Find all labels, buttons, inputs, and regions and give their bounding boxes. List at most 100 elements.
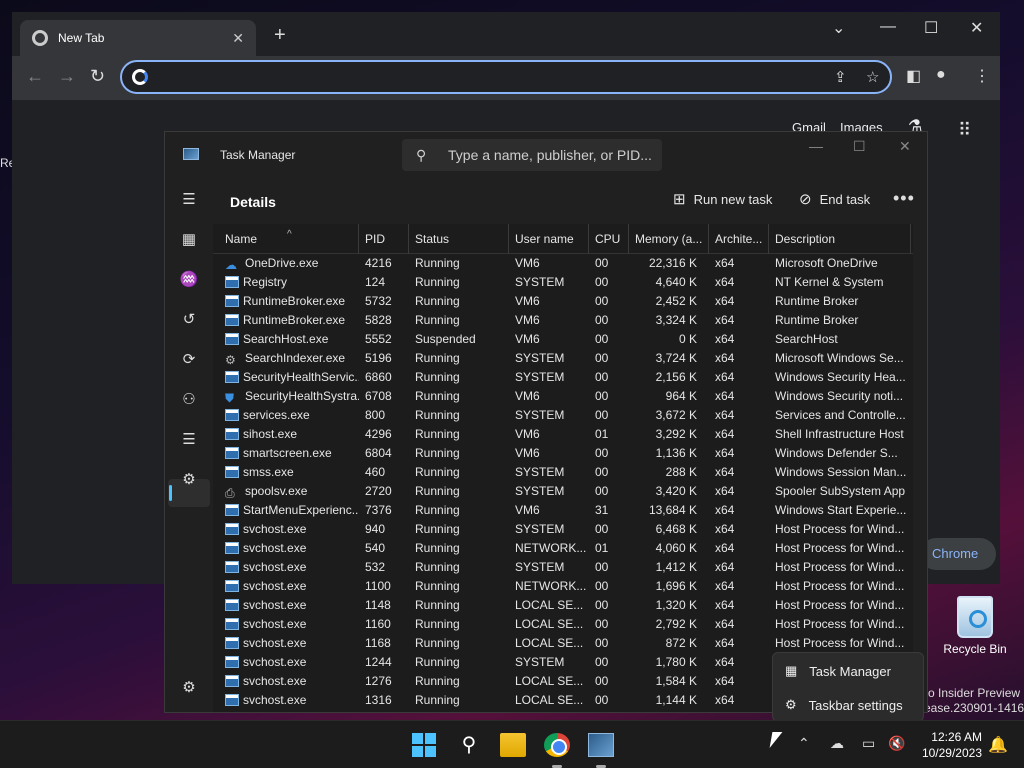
tm-close-icon[interactable]: ✕ [899,138,911,155]
show-hidden-icons-chevron-icon[interactable]: ⌃ [798,735,810,752]
column-cpu[interactable]: CPU [589,224,629,254]
table-row[interactable]: svchost.exe 940 Running SYSTEM 00 6,468 K x64 H… [213,520,913,539]
app-window-icon [225,580,239,592]
table-row[interactable]: services.exe 800 Running SYSTEM 00 3,672 K x64… [213,406,913,425]
column-status[interactable]: Status [409,224,509,254]
settings-icon[interactable]: ⚙ [179,678,199,698]
tab-strip: New Tab ✕ + ⌄ — ☐ ✕ [12,12,1000,56]
cell-pid-text: 1160 [365,617,391,631]
app-window-icon [225,314,239,326]
column-user-name[interactable]: User name [509,224,589,254]
maximize-icon[interactable]: ☐ [924,18,938,38]
startup-apps-icon[interactable]: ⟳ [179,350,199,370]
cell-status-text: Running [415,408,460,422]
table-row[interactable]: SearchHost.exe 5552 Suspended VM6 00 0 K x64 Se… [213,330,913,349]
column-pid[interactable]: PID [359,224,409,254]
forward-icon[interactable]: → [58,66,76,87]
column-name[interactable]: ^ Name [219,224,359,254]
close-tab-icon[interactable]: ✕ [232,30,244,47]
search-icon[interactable]: ⚲ [456,733,482,757]
table-row[interactable]: svchost.exe 1100 Running NETWORK... 00 1,696 … [213,577,913,596]
app-window-icon [225,371,239,383]
table-row[interactable]: svchost.exe 1148 Running LOCAL SE... 00 1,320… [213,596,913,615]
omnibox[interactable]: ⇪ ☆ [120,60,892,94]
table-row[interactable]: svchost.exe 532 Running SYSTEM 00 1,412 K x64 H… [213,558,913,577]
cell-status-text: Running [415,370,460,384]
users-icon[interactable]: ⚇ [179,390,199,410]
clock-date: 10/29/2023 [921,746,982,760]
browser-tab[interactable]: New Tab ✕ [20,20,256,56]
close-window-icon[interactable]: ✕ [970,18,983,38]
chrome-taskbar-icon[interactable] [544,733,570,757]
cell-mem: 3,724 K [629,349,701,368]
cell-pid-text: 460 [365,465,386,479]
network-icon[interactable]: ▭ [862,735,875,752]
table-row[interactable]: svchost.exe 540 Running NETWORK... 01 4,060 K… [213,539,913,558]
cell-mem-text: 3,672 K [655,408,697,422]
notification-bell-icon[interactable]: 🔔 [988,735,1008,755]
end-task-button[interactable]: ⊘ End task [799,190,870,208]
performance-icon[interactable]: ♒ [179,270,199,290]
process-search-input[interactable]: ⚲ Type a name, publisher, or PID... [402,139,662,171]
file-explorer-icon[interactable] [500,733,526,757]
table-row[interactable]: svchost.exe 1160 Running LOCAL SE... 00 2,792… [213,615,913,634]
google-apps-icon[interactable]: ⠿ [958,120,971,141]
cell-status-text: Running [415,655,460,669]
side-panel-icon[interactable]: ◧ [906,66,921,86]
task-manager-taskbar-icon[interactable] [588,733,614,757]
volume-muted-icon[interactable]: 🔇 [888,735,905,752]
table-row[interactable]: smss.exe 460 Running SYSTEM 00 288 K x64 Window… [213,463,913,482]
app-window-icon [225,428,239,440]
cell-arch-text: x64 [715,503,735,517]
table-row[interactable]: RuntimeBroker.exe 5732 Running VM6 00 2,452 K… [213,292,913,311]
chrome-menu-icon[interactable]: ⋮ [974,66,990,86]
menu-item-task-manager[interactable]: ▦ Task Manager [785,663,891,679]
minimize-icon[interactable]: — [880,18,896,36]
tab-search-icon[interactable]: ⌄ [832,18,845,38]
onedrive-tray-icon[interactable]: ☁ [830,735,844,752]
table-row[interactable]: SecurityHealthServic... 6860 Running SYSTEM… [213,368,913,387]
services-icon[interactable]: ⚙ [179,470,199,490]
column-description[interactable]: Description [769,224,911,254]
new-tab-icon[interactable]: + [274,24,286,47]
menu-item-taskbar-settings[interactable]: ⚙ Taskbar settings [785,697,903,713]
column-architecture[interactable]: Archite... [709,224,769,254]
command-bar: Details ⊞ Run new task ⊘ End task ••• [213,178,927,224]
app-history-icon[interactable]: ↺ [179,310,199,330]
table-row[interactable]: Registry 124 Running SYSTEM 00 4,640 K x64 NT K… [213,273,913,292]
table-row[interactable]: ⚙ SearchIndexer.exe 5196 Running SYSTEM 00 3,7… [213,349,913,368]
processes-icon[interactable]: ▦ [179,230,199,250]
system-clock[interactable]: 12:26 AM 10/29/2023 [916,729,982,761]
cell-desc: Windows Security noti... [769,387,911,406]
column-memory[interactable]: Memory (a... [629,224,709,254]
tm-maximize-icon[interactable]: ☐ [853,138,866,155]
table-row[interactable]: smartscreen.exe 6804 Running VM6 00 1,136 K x6… [213,444,913,463]
cell-cpu-text: 01 [595,427,609,441]
cell-cpu: 00 [589,311,629,330]
reload-icon[interactable]: ↻ [90,66,105,87]
table-row[interactable]: ⎙ spoolsv.exe 2720 Running SYSTEM 00 3,420 K x6… [213,482,913,501]
table-row[interactable]: StartMenuExperienc... 7376 Running VM6 31 13,… [213,501,913,520]
bookmark-star-icon[interactable]: ☆ [866,68,879,86]
table-row[interactable]: sihost.exe 4296 Running VM6 01 3,292 K x64 Shel… [213,425,913,444]
customize-chrome-button[interactable]: Chrome [920,538,996,570]
cell-status: Running [409,634,509,653]
table-row[interactable]: svchost.exe 1168 Running LOCAL SE... 00 872 K… [213,634,913,653]
cell-desc: Host Process for Wind... [769,558,911,577]
table-row[interactable]: ⛊ SecurityHealthSystra... 6708 Running VM6 00… [213,387,913,406]
details-icon[interactable]: ☰ [179,430,199,450]
hamburger-menu-icon[interactable]: ☰ [179,190,199,210]
run-new-task-button[interactable]: ⊞ Run new task [673,190,772,208]
back-icon[interactable]: ← [26,66,44,87]
recycle-bin[interactable]: Recycle Bin [940,596,1010,656]
cell-pid-text: 1276 [365,674,392,688]
cell-user-text: SYSTEM [515,560,565,574]
tm-minimize-icon[interactable]: — [809,138,823,154]
more-options-icon[interactable]: ••• [893,188,915,209]
profile-icon[interactable]: ● [936,66,946,84]
share-icon[interactable]: ⇪ [834,68,847,86]
cell-mem: 872 K [629,634,701,653]
table-row[interactable]: RuntimeBroker.exe 5828 Running VM6 00 3,324 K… [213,311,913,330]
table-row[interactable]: ☁ OneDrive.exe 4216 Running VM6 00 22,316 K x64… [213,254,913,273]
start-button-windows-icon[interactable] [412,733,438,757]
